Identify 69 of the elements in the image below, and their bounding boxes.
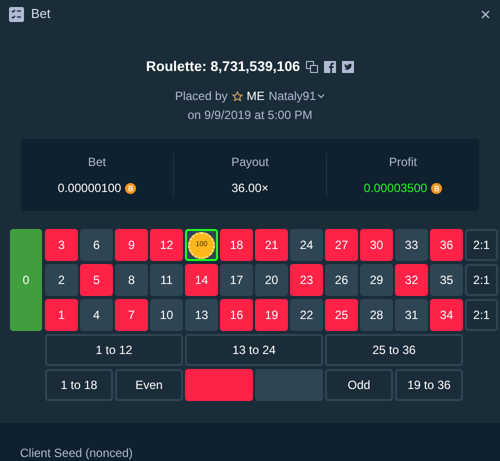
number-cell[interactable]: 24	[290, 229, 323, 261]
color-bet-cell[interactable]	[185, 369, 253, 401]
facebook-icon[interactable]	[324, 60, 336, 72]
outside-bet-cell[interactable]: Odd	[325, 369, 393, 401]
number-cell[interactable]: 30	[360, 229, 393, 261]
number-cell[interactable]: 20	[255, 264, 288, 296]
number-cell[interactable]: 32	[395, 264, 428, 296]
stat-value: 36.00×	[231, 180, 269, 197]
number-cell[interactable]: 33	[395, 229, 428, 261]
number-cell[interactable]: 29	[360, 264, 393, 296]
number-cell[interactable]: 25	[325, 299, 358, 331]
number-cell[interactable]: 14	[185, 264, 218, 296]
username-link[interactable]: Nataly91	[268, 87, 326, 105]
window-title: Bet	[31, 5, 51, 24]
color-bet-cell[interactable]	[255, 369, 323, 401]
copy-icon[interactable]	[306, 60, 318, 72]
number-cell[interactable]: 31	[395, 299, 428, 331]
bet-date: on 9/9/2019 at 5:00 PM	[186, 107, 314, 124]
rank-label: ME	[246, 88, 265, 105]
number-cell[interactable]: 22	[290, 299, 323, 331]
client-seed-label: Client Seed (nonced)	[20, 445, 134, 461]
outside-bet-cell[interactable]: 1 to 18	[45, 369, 113, 401]
star-icon	[232, 90, 243, 102]
stat-label: Profit	[388, 154, 417, 171]
chevron-down-icon[interactable]	[317, 93, 326, 99]
dozen-bet-cell[interactable]: 25 to 36	[325, 334, 463, 366]
placed-by-label: Placed by	[174, 88, 228, 105]
column-bet-cell[interactable]: 2:1	[465, 299, 498, 331]
number-cell[interactable]: 18	[220, 229, 253, 261]
number-cell[interactable]: 7	[115, 299, 148, 331]
column-bet-cell[interactable]: 2:1	[465, 264, 498, 296]
outside-bet-cell[interactable]: 19 to 36	[395, 369, 463, 401]
close-button[interactable]	[479, 8, 491, 20]
number-cell[interactable]: 21	[255, 229, 288, 261]
number-cell[interactable]: 9	[115, 229, 148, 261]
number-cell[interactable]: 5	[80, 264, 113, 296]
number-cell[interactable]: 35	[430, 264, 463, 296]
stat-label: Payout	[231, 154, 269, 171]
bet-title: Roulette: 8,731,539,106	[146, 57, 300, 76]
number-cell[interactable]: 16	[220, 299, 253, 331]
number-cell[interactable]: 11	[150, 264, 183, 296]
bitcoin-icon	[125, 182, 136, 194]
bitcoin-icon	[431, 182, 442, 194]
number-cell[interactable]: 36	[430, 229, 463, 261]
twitter-icon[interactable]	[342, 60, 354, 72]
number-cell[interactable]: 10	[150, 299, 183, 331]
number-cell[interactable]: 12	[150, 229, 183, 261]
column-bet-cell[interactable]: 2:1	[465, 229, 498, 261]
number-cell[interactable]: 28	[360, 299, 393, 331]
dozen-bet-cell[interactable]: 1 to 12	[45, 334, 183, 366]
list-check-icon	[9, 6, 24, 22]
number-cell[interactable]: 2	[45, 264, 78, 296]
stat-value: 0.00000100	[58, 180, 122, 197]
number-cell[interactable]: 26	[325, 264, 358, 296]
number-cell[interactable]: 6	[80, 229, 113, 261]
number-cell[interactable]: 1	[45, 299, 78, 331]
number-cell[interactable]: 23	[290, 264, 323, 296]
number-cell[interactable]: 27	[325, 229, 358, 261]
stat-label: Bet	[88, 154, 106, 171]
dozen-bet-cell[interactable]: 13 to 24	[185, 334, 323, 366]
number-cell[interactable]: 19	[255, 299, 288, 331]
stat-value: 0.00003500	[364, 180, 428, 197]
number-cell[interactable]: 13	[185, 299, 218, 331]
number-cell[interactable]: 17	[220, 264, 253, 296]
number-cell[interactable]: 3	[45, 229, 78, 261]
outside-bet-cell[interactable]: Even	[115, 369, 183, 401]
number-cell[interactable]: 4	[80, 299, 113, 331]
number-cell[interactable]: 34	[430, 299, 463, 331]
number-cell[interactable]: 8	[115, 264, 148, 296]
